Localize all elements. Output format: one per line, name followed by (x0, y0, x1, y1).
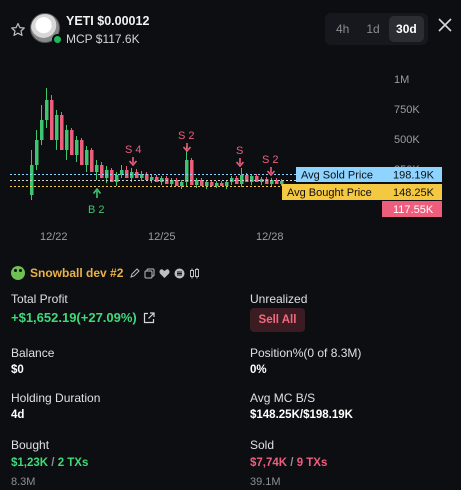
candle-body (65, 130, 69, 150)
price-chart[interactable]: 1M 750K 500K 250K Avg Sold Price 198.19K… (0, 62, 461, 252)
bought-amount: $1,23K (11, 457, 49, 469)
star-icon[interactable] (10, 22, 26, 38)
marker-sell: S (236, 145, 243, 157)
candle-body (35, 140, 39, 165)
wallet-row: Snowball dev #2 (11, 265, 204, 281)
sold-separator: / (287, 457, 297, 469)
candle-body (250, 176, 254, 182)
sell-all-button[interactable]: Sell All (250, 308, 305, 332)
verified-badge-icon (52, 34, 63, 45)
sold-summary: $7,74K / 9 TXs (250, 457, 327, 469)
copy-icon[interactable] (144, 268, 155, 279)
current-price-value: 117.55K (393, 204, 434, 216)
unrealized-label: Unrealized (250, 292, 308, 306)
sold-quantity: 39.1M (250, 476, 281, 488)
avg-bought-label: Avg Bought Price (287, 187, 372, 199)
sell-arrow-icon (182, 143, 192, 153)
marker-sell-2a: S 2 (178, 130, 195, 142)
y-tick-750k: 750K (394, 104, 420, 116)
x-tick-1222: 12/22 (40, 231, 68, 243)
y-tick-1m: 1M (394, 74, 409, 86)
list-icon[interactable] (174, 268, 185, 279)
sell-arrow-icon (128, 157, 138, 167)
close-icon[interactable] (436, 16, 454, 34)
candle-body (225, 182, 229, 186)
heart-icon[interactable] (159, 268, 170, 279)
candle-body (50, 100, 54, 140)
timeframe-30d[interactable]: 30d (388, 16, 424, 42)
sold-amount: $7,74K (250, 457, 288, 469)
marker-sell-4: S 4 (125, 144, 142, 156)
marker-buy-2: B 2 (88, 204, 105, 216)
avg-mc-label: Avg MC B/S (250, 391, 316, 405)
candle-body (280, 181, 284, 184)
total-profit-value: +$1,652.19(+27.09%) (11, 310, 155, 325)
position-label: Position%(0 of 8.3M) (250, 346, 362, 360)
timeframe-selector: 4h 1d 30d (325, 13, 428, 45)
candle-body (80, 140, 84, 165)
candle-body (180, 182, 184, 186)
candle-body (85, 150, 89, 165)
candle-body (190, 160, 194, 185)
timeframe-4h[interactable]: 4h (328, 16, 357, 42)
balance-label: Balance (11, 346, 55, 360)
candles-icon[interactable] (189, 267, 200, 279)
token-header: YETI $0.00012 MCP $117.6K 4h 1d 30d (0, 0, 461, 60)
sold-txs: 9 TXs (296, 457, 328, 469)
holding-duration-label: Holding Duration (11, 391, 101, 405)
market-cap: MCP $117.6K (66, 32, 140, 46)
y-tick-500k: 500K (394, 134, 420, 146)
avg-mc-value: $148.25K/$198.19K (250, 409, 353, 421)
candle-body (100, 165, 104, 178)
total-profit-label: Total Profit (11, 292, 68, 306)
token-title: YETI $0.00012 (66, 14, 150, 28)
candle-body (265, 179, 269, 184)
candle-body (240, 175, 244, 184)
balance-value: $0 (11, 364, 24, 376)
candle-body (90, 150, 94, 172)
edit-icon[interactable] (129, 267, 141, 279)
candle-body (205, 182, 209, 186)
bought-label: Bought (11, 438, 50, 452)
sold-label: Sold (250, 438, 275, 452)
buy-arrow-icon (92, 187, 102, 198)
candle-body (210, 182, 214, 186)
position-value: 0% (250, 364, 267, 376)
marker-sell-2b: S 2 (262, 154, 279, 166)
candle-body (215, 183, 219, 186)
x-tick-1225: 12/25 (148, 231, 176, 243)
wallet-name[interactable]: Snowball dev #2 (30, 266, 123, 280)
bought-quantity: 8.3M (11, 476, 36, 488)
bought-txs: 2 TXs (57, 457, 89, 469)
avg-bought-value: 148.25K (393, 187, 435, 199)
candle-body (55, 115, 59, 140)
candle-body (70, 130, 74, 155)
avg-sold-label: Avg Sold Price (301, 170, 373, 182)
candle-body (95, 165, 99, 172)
timeframe-1d[interactable]: 1d (358, 16, 387, 42)
bought-separator: / (48, 457, 58, 469)
candle-body (60, 115, 64, 150)
candle-body (155, 177, 159, 182)
candle-body (40, 120, 44, 140)
candle-body (45, 100, 49, 120)
total-profit-amount: +$1,652.19(+27.09%) (11, 310, 137, 325)
candle-body (150, 177, 154, 180)
candle-body (255, 176, 259, 182)
holding-duration-value: 4d (11, 409, 25, 421)
sell-arrow-icon (235, 158, 245, 168)
candle-body (220, 183, 224, 186)
candle-body (185, 160, 189, 182)
x-tick-1228: 12/28 (256, 231, 284, 243)
candlesticks (30, 88, 284, 200)
avg-sold-value: 198.19K (393, 170, 435, 182)
sell-arrow-icon (266, 167, 276, 177)
share-icon[interactable] (143, 311, 155, 324)
bought-summary: $1,23K / 2 TXs (11, 457, 88, 469)
wallet-avatar-icon (11, 266, 25, 280)
candle-body (75, 140, 79, 155)
